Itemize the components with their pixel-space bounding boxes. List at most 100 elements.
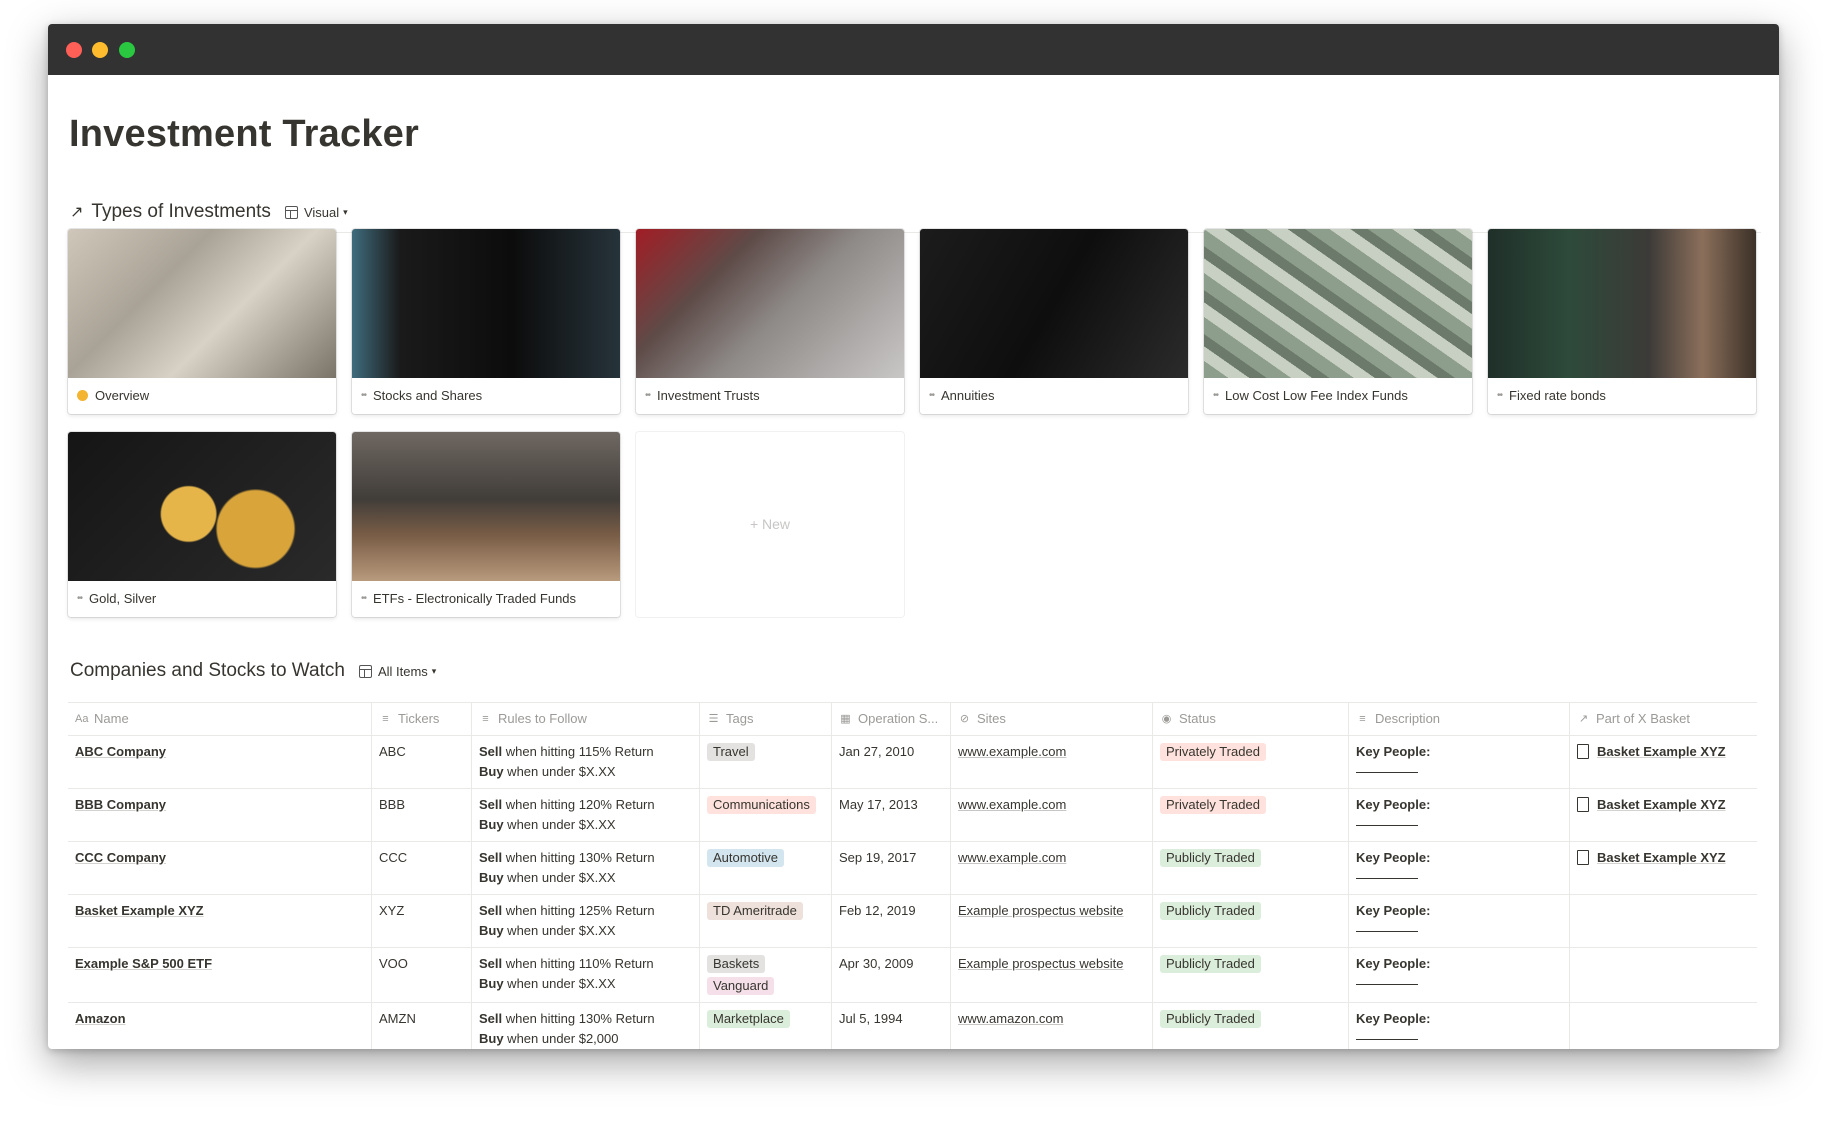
description-cell[interactable]: Key People: [1349,735,1570,788]
basket-cell[interactable] [1570,894,1757,947]
tags-cell[interactable]: Automotive [700,841,832,894]
description-cell[interactable]: Key People: [1349,788,1570,841]
name-cell[interactable]: ABC Company [68,735,372,788]
ticker-cell[interactable]: BBB [372,788,472,841]
row-name[interactable]: BBB Company [75,797,166,812]
site-link[interactable]: www.example.com [958,744,1066,759]
rules-cell[interactable]: Sell when hitting 130% Return Buy when un… [472,1002,700,1049]
tag-badge[interactable]: TD Ameritrade [707,902,803,920]
tags-cell[interactable]: Marketplace [700,1002,832,1049]
basket-link[interactable]: Basket Example XYZ [1577,795,1750,815]
status-badge[interactable]: Privately Traded [1160,796,1266,814]
tags-cell[interactable]: Communications [700,788,832,841]
ticker-cell[interactable]: XYZ [372,894,472,947]
basket-cell[interactable]: Basket Example XYZ [1570,735,1757,788]
table-row[interactable]: CCC Company CCC Sell when hitting 130% Ret… [68,841,1757,895]
table-row[interactable]: ABC Company ABC Sell when hitting 115% Ret… [68,735,1757,789]
status-cell[interactable]: Publicly Traded [1153,947,1349,1002]
row-name[interactable]: CCC Company [75,850,166,865]
tag-badge[interactable]: Vanguard [707,977,775,995]
gallery-card-gold[interactable]: •• Gold, Silver [68,432,336,617]
gallery-card-trusts[interactable]: •• Investment Trusts [636,229,904,414]
site-link[interactable]: Example prospectus website [958,903,1123,918]
site-cell[interactable]: www.example.com [951,735,1153,788]
column-header[interactable]: ◉ Status [1153,703,1349,735]
site-link[interactable]: www.example.com [958,797,1066,812]
tags-cell[interactable]: TD Ameritrade [700,894,832,947]
status-cell[interactable]: Privately Traded [1153,788,1349,841]
basket-link[interactable]: Basket Example XYZ [1577,742,1750,762]
minimize-window-button[interactable] [92,42,108,58]
ticker-cell[interactable]: CCC [372,841,472,894]
tag-badge[interactable]: Automotive [707,849,785,867]
ticker-cell[interactable]: AMZN [372,1002,472,1049]
status-badge[interactable]: Privately Traded [1160,743,1266,761]
ticker-cell[interactable]: ABC [372,735,472,788]
rules-cell[interactable]: Sell when hitting 110% Return Buy when un… [472,947,700,1002]
gallery-card-overview[interactable]: Overview [68,229,336,414]
new-card-button[interactable]: + New [636,432,904,617]
name-cell[interactable]: BBB Company [68,788,372,841]
column-header[interactable]: ≡ Tickers [372,703,472,735]
table-row[interactable]: Basket Example XYZ XYZ Sell when hitting 1… [68,894,1757,948]
rules-cell[interactable]: Sell when hitting 120% Return Buy when un… [472,788,700,841]
column-header[interactable]: ↗ Part of X Basket [1570,703,1757,735]
date-cell[interactable]: Jan 27, 2010 [832,735,951,788]
table-view-selector[interactable]: All Items ▾ [358,664,436,679]
status-cell[interactable]: Publicly Traded [1153,841,1349,894]
status-badge[interactable]: Publicly Traded [1160,1010,1261,1028]
basket-cell[interactable] [1570,947,1757,1002]
gallery-card-etfs[interactable]: •• ETFs - Electronically Traded Funds [352,432,620,617]
status-badge[interactable]: Publicly Traded [1160,902,1261,920]
column-header[interactable]: ☰ Tags [700,703,832,735]
row-name[interactable]: Basket Example XYZ [75,903,204,918]
rules-cell[interactable]: Sell when hitting 125% Return Buy when un… [472,894,700,947]
table-row[interactable]: Example S&P 500 ETF VOO Sell when hitting … [68,947,1757,1003]
site-link[interactable]: Example prospectus website [958,956,1123,971]
table-title[interactable]: Companies and Stocks to Watch [70,660,345,682]
gallery-card-bonds[interactable]: •• Fixed rate bonds [1488,229,1756,414]
site-cell[interactable]: www.example.com [951,788,1153,841]
rules-cell[interactable]: Sell when hitting 130% Return Buy when un… [472,841,700,894]
description-cell[interactable]: Key People: [1349,947,1570,1002]
status-badge[interactable]: Publicly Traded [1160,849,1261,867]
status-badge[interactable]: Publicly Traded [1160,955,1261,973]
gallery-card-stocks[interactable]: •• Stocks and Shares [352,229,620,414]
name-cell[interactable]: Amazon [68,1002,372,1049]
rules-cell[interactable]: Sell when hitting 115% Return Buy when un… [472,735,700,788]
tag-badge[interactable]: Travel [707,743,755,761]
site-cell[interactable]: Example prospectus website [951,947,1153,1002]
table-row[interactable]: Amazon AMZN Sell when hitting 130% Return B… [68,1002,1757,1049]
gallery-title[interactable]: Types of Investments [91,201,271,223]
column-header[interactable]: Aa Name [68,703,372,735]
row-name[interactable]: ABC Company [75,744,166,759]
tag-badge[interactable]: Marketplace [707,1010,790,1028]
basket-cell[interactable] [1570,1002,1757,1049]
basket-link[interactable]: Basket Example XYZ [1577,848,1750,868]
tags-cell[interactable]: Travel [700,735,832,788]
basket-cell[interactable]: Basket Example XYZ [1570,841,1757,894]
row-name[interactable]: Amazon [75,1011,126,1026]
name-cell[interactable]: Basket Example XYZ [68,894,372,947]
zoom-window-button[interactable] [119,42,135,58]
site-cell[interactable]: www.example.com [951,841,1153,894]
site-link[interactable]: www.example.com [958,850,1066,865]
column-header[interactable]: ⊘ Sites [951,703,1153,735]
site-link[interactable]: www.amazon.com [958,1011,1063,1026]
date-cell[interactable]: Feb 12, 2019 [832,894,951,947]
description-cell[interactable]: Key People: [1349,894,1570,947]
site-cell[interactable]: www.amazon.com [951,1002,1153,1049]
column-header[interactable]: ≡ Description [1349,703,1570,735]
row-name[interactable]: Example S&P 500 ETF [75,956,212,971]
name-cell[interactable]: CCC Company [68,841,372,894]
gallery-card-index-funds[interactable]: •• Low Cost Low Fee Index Funds [1204,229,1472,414]
date-cell[interactable]: May 17, 2013 [832,788,951,841]
close-window-button[interactable] [66,42,82,58]
date-cell[interactable]: Sep 19, 2017 [832,841,951,894]
status-cell[interactable]: Privately Traded [1153,735,1349,788]
name-cell[interactable]: Example S&P 500 ETF [68,947,372,1002]
table-row[interactable]: BBB Company BBB Sell when hitting 120% Ret… [68,788,1757,842]
status-cell[interactable]: Publicly Traded [1153,1002,1349,1049]
description-cell[interactable]: Key People: [1349,1002,1570,1049]
basket-cell[interactable]: Basket Example XYZ [1570,788,1757,841]
